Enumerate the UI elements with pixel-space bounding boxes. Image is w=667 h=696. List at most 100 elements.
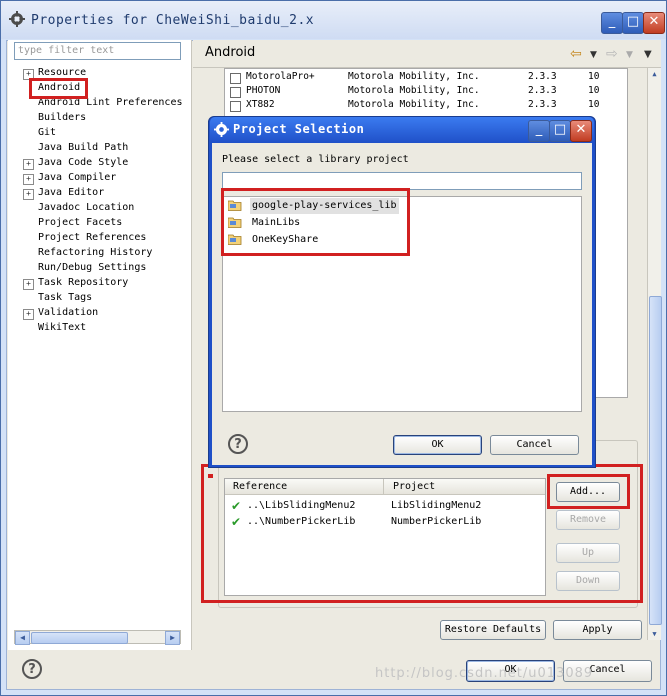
project-item[interactable]: google-play-services_lib <box>228 198 403 214</box>
expand-icon[interactable]: + <box>23 159 34 170</box>
forward-menu-icon: ▼ <box>626 50 633 60</box>
column-project[interactable]: Project <box>393 481 435 492</box>
tree-item[interactable]: WikiText <box>38 321 86 335</box>
scroll-up-icon[interactable]: ▲ <box>649 68 660 80</box>
library-folder-icon <box>228 234 242 245</box>
expand-icon[interactable]: + <box>23 189 34 200</box>
checkbox[interactable] <box>230 101 241 112</box>
help-icon[interactable]: ? <box>22 659 42 679</box>
dialog-title: Project Selection <box>233 122 365 136</box>
back-menu-icon[interactable]: ▼ <box>590 50 597 60</box>
tree-item[interactable]: Java Editor <box>38 186 104 200</box>
view-menu-icon[interactable]: ▼ <box>644 49 652 60</box>
close-icon: ✕ <box>575 122 587 137</box>
minimize-icon: _ <box>608 14 616 29</box>
library-folder-icon <box>228 217 242 228</box>
close-button[interactable]: ✕ <box>643 12 665 34</box>
column-reference[interactable]: Reference <box>233 481 287 492</box>
page-title: Android <box>205 45 256 60</box>
check-icon: ✔ <box>231 499 242 513</box>
library-project: NumberPickerLib <box>391 516 482 527</box>
down-button[interactable]: Down <box>556 571 620 591</box>
build-target-row[interactable]: PHOTON Motorola Mobility, Inc. 2.3.3 10 <box>224 85 628 99</box>
dialog-cancel-button[interactable]: Cancel <box>490 435 579 455</box>
project-label: OneKeyShare <box>252 234 319 245</box>
library-row[interactable]: ✔ ..\LibSlidingMenu2 LibSlidingMenu2 <box>225 498 545 514</box>
tree-item[interactable]: Java Code Style <box>38 156 128 170</box>
target-platform: 2.3.3 <box>528 71 557 82</box>
scroll-thumb[interactable] <box>31 632 128 644</box>
checkbox[interactable] <box>230 87 241 98</box>
dialog-maximize-button[interactable]: □ <box>549 120 571 142</box>
dialog-help-icon[interactable]: ? <box>228 434 248 454</box>
checkbox[interactable] <box>230 73 241 84</box>
tree-item[interactable]: Refactoring History <box>38 246 152 260</box>
expand-icon[interactable]: + <box>23 309 34 320</box>
tree-item[interactable]: Task Tags <box>38 291 92 305</box>
scroll-left-icon[interactable]: ◀ <box>15 631 30 645</box>
page-scroll-thumb[interactable] <box>649 296 662 625</box>
window-title-bar[interactable]: Properties for CheWeiShi_baidu_2.x _ □ ✕ <box>1 1 666 39</box>
dialog-close-button[interactable]: ✕ <box>570 120 592 142</box>
project-item[interactable]: MainLibs <box>228 215 403 231</box>
tree-item[interactable]: Android <box>38 81 80 95</box>
build-target-row[interactable]: XT882 Motorola Mobility, Inc. 2.3.3 10 <box>224 99 628 113</box>
minimize-button[interactable]: _ <box>601 12 623 34</box>
dialog-filter-input[interactable] <box>222 172 582 190</box>
expand-icon[interactable]: + <box>23 69 34 80</box>
maximize-button[interactable]: □ <box>622 12 644 34</box>
back-arrow-icon[interactable]: ⇦ <box>570 46 582 62</box>
target-api: 10 <box>588 85 600 96</box>
page-vertical-scrollbar[interactable]: ▲ ▼ <box>647 68 662 640</box>
dialog-title-bar[interactable]: Project Selection _ □ ✕ <box>210 117 594 143</box>
maximize-icon: □ <box>626 14 640 29</box>
gear-icon <box>9 11 25 27</box>
dialog-ok-button[interactable]: OK <box>393 435 482 455</box>
check-icon: ✔ <box>231 515 242 529</box>
remove-button[interactable]: Remove <box>556 510 620 530</box>
add-button[interactable]: Add... <box>556 482 620 502</box>
library-reference: ..\NumberPickerLib <box>247 516 356 527</box>
scroll-right-icon[interactable]: ▶ <box>165 631 180 645</box>
up-button[interactable]: Up <box>556 543 620 563</box>
target-vendor: Motorola Mobility, Inc. <box>348 85 480 96</box>
tree-item[interactable]: Project References <box>38 231 146 245</box>
window-title: Properties for CheWeiShi_baidu_2.x <box>31 13 315 28</box>
tree-item[interactable]: Javadoc Location <box>38 201 134 215</box>
library-row[interactable]: ✔ ..\NumberPickerLib NumberPickerLib <box>225 514 545 530</box>
red-marker <box>208 474 213 478</box>
apply-button[interactable]: Apply <box>553 620 642 640</box>
expand-icon[interactable]: + <box>23 174 34 185</box>
tree-item[interactable]: Run/Debug Settings <box>38 261 146 275</box>
tree-item[interactable]: Java Build Path <box>38 141 128 155</box>
build-target-row[interactable]: MotorolaPro+ Motorola Mobility, Inc. 2.3.3… <box>224 71 628 85</box>
restore-defaults-button[interactable]: Restore Defaults <box>440 620 546 640</box>
dialog-minimize-button[interactable]: _ <box>528 120 550 142</box>
target-vendor: Motorola Mobility, Inc. <box>348 71 480 82</box>
filter-input[interactable]: type filter text <box>14 42 181 60</box>
target-name: MotorolaPro+ <box>246 71 315 82</box>
tree-item[interactable]: Builders <box>38 111 86 125</box>
target-api: 10 <box>588 71 600 82</box>
minimize-icon: _ <box>535 122 543 137</box>
tree-horizontal-scrollbar[interactable]: ◀ ▶ <box>14 630 181 645</box>
scroll-down-icon[interactable]: ▼ <box>649 628 660 640</box>
library-reference-table[interactable] <box>224 478 546 596</box>
expand-icon[interactable]: + <box>23 279 34 290</box>
tree-item[interactable]: Task Repository <box>38 276 128 290</box>
tree-item[interactable]: Android Lint Preferences <box>38 96 183 110</box>
tree-item[interactable]: Java Compiler <box>38 171 116 185</box>
project-item[interactable]: OneKeyShare <box>228 232 403 248</box>
close-icon: ✕ <box>648 14 660 29</box>
target-name: PHOTON <box>246 85 281 96</box>
tree-item[interactable]: Validation <box>38 306 98 320</box>
target-platform: 2.3.3 <box>528 99 557 110</box>
gear-icon <box>214 122 229 137</box>
maximize-icon: □ <box>553 122 567 137</box>
tree-item[interactable]: Git <box>38 126 56 140</box>
tree-item[interactable]: Resource <box>38 66 86 80</box>
tree-item[interactable]: Project Facets <box>38 216 122 230</box>
target-vendor: Motorola Mobility, Inc. <box>348 99 480 110</box>
target-name: XT882 <box>246 99 275 110</box>
column-divider <box>383 479 384 494</box>
